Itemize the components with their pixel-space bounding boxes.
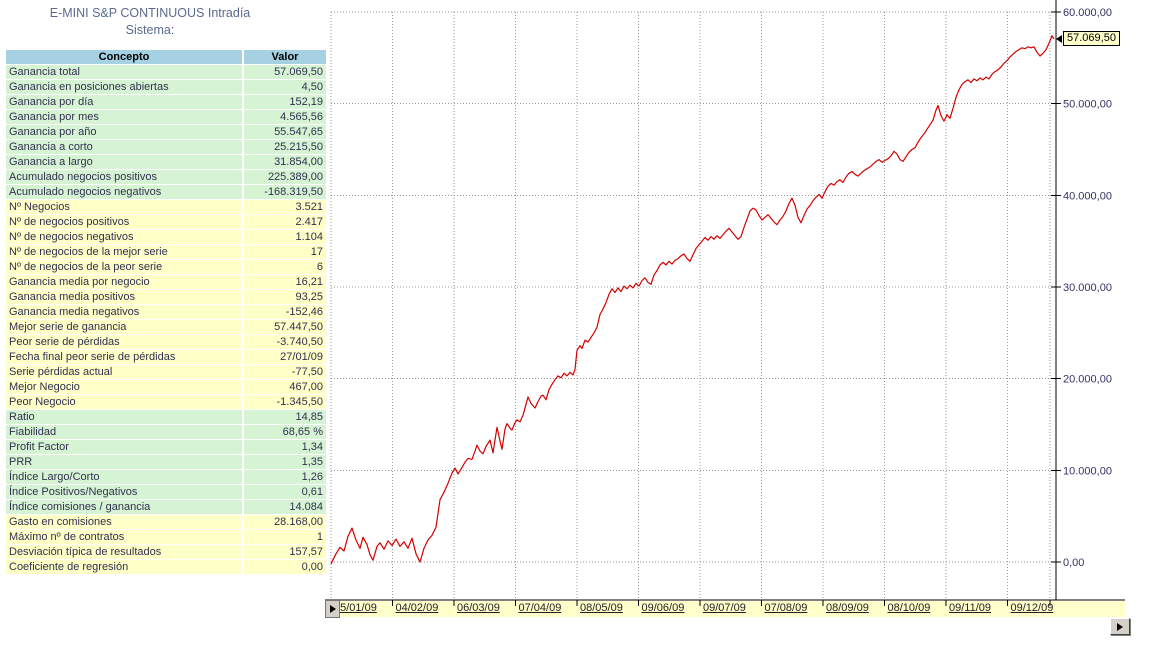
y-axis-tick-label: 10.000,00 (1063, 465, 1112, 477)
equity-chart: 60.000,00 50.000,00 40.000,00 30.000,00 20.0… (325, 0, 1125, 617)
x-axis-tick-label: 09/12/09 (1010, 602, 1054, 614)
x-axis-tick-label: 09/11/09 (949, 602, 992, 614)
last-value-marker: 57.069,50 (1056, 31, 1120, 46)
x-axis-tick-label: 07/08/09 (764, 602, 808, 614)
y-axis-tick-label: 40.000,00 (1063, 190, 1112, 202)
left-triangle-icon (1056, 34, 1062, 43)
x-axis-tick-label: 09/07/09 (703, 602, 746, 614)
right-triangle-icon (1117, 622, 1123, 631)
y-axis-tick-label: 20.000,00 (1063, 374, 1112, 386)
chart-scroll-right-button[interactable] (1110, 618, 1130, 635)
right-triangle-icon (329, 605, 336, 613)
y-axis-tick-label: 60.000,00 (1063, 7, 1112, 19)
x-axis-tick-label: 04/02/09 (395, 602, 439, 614)
x-axis-tick-label: 08/05/09 (580, 602, 623, 614)
y-axis-tick-label: 50.000,00 (1063, 99, 1112, 111)
x-axis-tick-label: 08/09/09 (826, 602, 869, 614)
y-axis-tick-label: 0,00 (1063, 557, 1084, 569)
x-axis-tick-label: 08/10/09 (887, 602, 931, 614)
x-axis-scroll-left-button[interactable] (325, 600, 340, 618)
last-value-label: 57.069,50 (1063, 31, 1120, 46)
x-axis-tick-label: 07/04/09 (518, 602, 562, 614)
y-axis-tick-label: 30.000,00 (1063, 282, 1112, 294)
x-axis-tick-label: 05/01/09 (334, 602, 377, 614)
x-axis-tick-label: 06/03/09 (457, 602, 500, 614)
x-axis-tick-label: 09/06/09 (641, 602, 685, 614)
